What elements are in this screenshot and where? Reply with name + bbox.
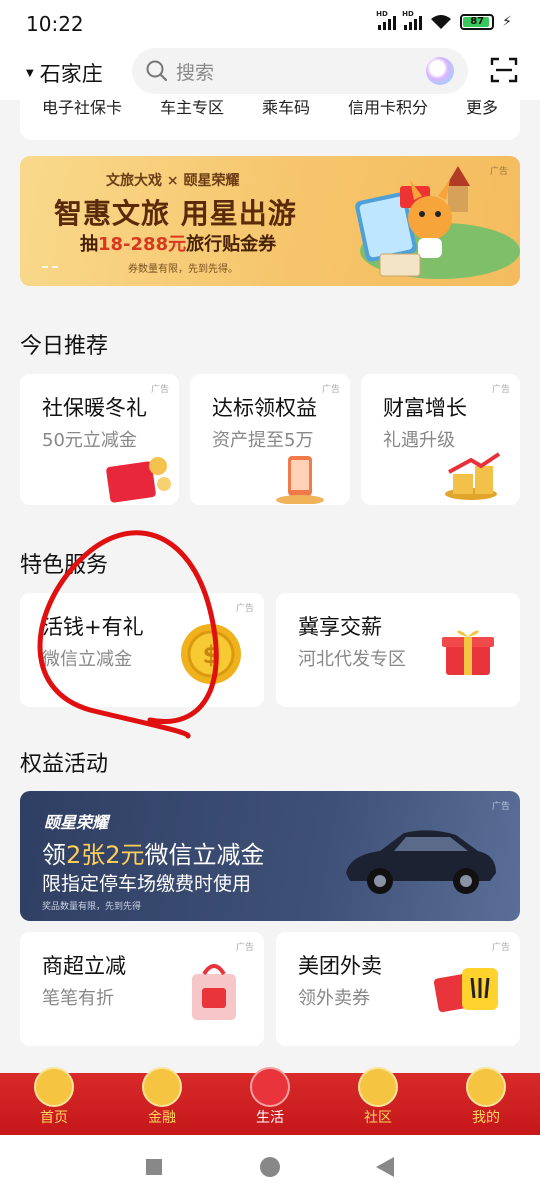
service-card-jixiang[interactable]: 冀享交薪 河北代发专区: [276, 593, 520, 707]
tab-label: 社区: [364, 1110, 392, 1126]
card-subtitle: 微信立减金: [42, 649, 132, 670]
service-card-huoqian[interactable]: 广告 活钱+有礼 微信立减金 $: [20, 593, 264, 707]
card-subtitle: 河北代发专区: [298, 649, 406, 670]
red-envelope-icon: [106, 457, 171, 503]
banner-headline: 智惠文旅 用星出游: [54, 197, 297, 230]
status-time: 10:22: [26, 12, 84, 36]
city-label: 石家庄: [39, 62, 103, 86]
card-title: 社保暖冬礼: [42, 396, 147, 420]
card-subtitle: 50元立减金: [42, 430, 137, 451]
recommend-card-wealth[interactable]: 广告 财富增长 礼遇升级: [361, 374, 520, 505]
card-title: 冀享交薪: [298, 615, 382, 639]
card-title: 商超立减: [42, 954, 126, 978]
card-title: 财富增长: [383, 396, 467, 420]
quick-link[interactable]: 信用卡积分: [348, 100, 428, 118]
ad-tag: 广告: [491, 385, 510, 395]
tab-community[interactable]: 社区: [338, 1067, 418, 1135]
quick-link[interactable]: 乘车码: [262, 100, 310, 118]
tab-home[interactable]: 首页: [14, 1067, 94, 1135]
tab-label: 我的: [472, 1110, 500, 1126]
search-icon: [146, 60, 168, 82]
money-bag-icon: [142, 1067, 182, 1107]
red-lantern-icon: [466, 1067, 506, 1107]
card-title: 美团外卖: [298, 954, 382, 978]
card-title: 活钱+有礼: [42, 615, 144, 639]
drum-icon: [358, 1067, 398, 1107]
benefit-card-meituan[interactable]: 广告 美团外卖 领外卖券: [276, 932, 520, 1046]
bottom-tab-bar: 首页 金融 生活 社区 我的: [0, 1067, 540, 1135]
ad-tag: 广告: [235, 604, 254, 614]
phone-gift-icon: [276, 456, 324, 504]
parking-banner[interactable]: 广告 颐星荣耀 领2张2元微信立减金 限指定停车场缴费时使用 奖品数量有限，先到…: [20, 791, 520, 921]
section-title-services: 特色服务: [20, 553, 109, 578]
status-bar: 10:22 HD HD 87 ⚡: [0, 0, 540, 48]
banner-note: 券数量有限，先到先得。: [128, 264, 238, 275]
parking-note: 奖品数量有限，先到先得: [42, 902, 142, 912]
banner-subline: 抽18-288元旅行贴金券: [80, 234, 277, 255]
section-title-recommend: 今日推荐: [20, 334, 109, 359]
ad-tag: 广告: [235, 943, 254, 953]
back-button[interactable]: [376, 1157, 394, 1177]
tab-label: 金融: [148, 1110, 176, 1126]
shopping-bag-icon: [192, 964, 236, 1020]
system-nav-bar: [0, 1135, 540, 1200]
tab-label: 首页: [40, 1110, 68, 1126]
tab-mine[interactable]: 我的: [446, 1067, 526, 1135]
gift-box-icon: [442, 630, 494, 675]
battery-level: 87: [470, 16, 485, 27]
city-selector[interactable]: ▼ 石家庄: [26, 58, 103, 88]
gold-coin-icon: $: [181, 624, 241, 684]
charging-icon: ⚡: [502, 14, 512, 30]
battery-icon: 87: [460, 14, 495, 30]
car-illustration: [346, 830, 496, 894]
tab-label: 生活: [256, 1110, 284, 1126]
travel-illustration: [355, 166, 520, 279]
quick-link[interactable]: 电子社保卡: [42, 100, 122, 118]
quick-links-card: 电子社保卡 车主专区 乘车码 信用卡积分 更多: [20, 100, 520, 140]
parking-subtitle: 限指定停车场缴费时使用: [42, 873, 252, 895]
ad-tag: 广告: [491, 802, 510, 812]
status-icons: HD HD 87 ⚡: [376, 10, 512, 30]
recommend-card-social[interactable]: 广告 社保暖冬礼 50元立减金: [20, 374, 179, 505]
signal-icon-2: HD: [402, 10, 423, 30]
svg-text:$: $: [203, 641, 220, 669]
quick-links-row: 电子社保卡 车主专区 乘车码 信用卡积分 更多: [20, 100, 520, 118]
ad-tag: 广告: [150, 385, 169, 395]
home-button[interactable]: [260, 1157, 280, 1177]
quick-link[interactable]: 更多: [466, 100, 498, 118]
banner-brand-line: 文旅大戏 × 颐星荣耀: [106, 173, 240, 189]
meituan-coupon-icon: [434, 968, 498, 1013]
benefit-card-supermarket[interactable]: 广告 商超立减 笔笔有折: [20, 932, 264, 1046]
card-subtitle: 礼遇升级: [383, 430, 455, 451]
tab-finance[interactable]: 金融: [122, 1067, 202, 1135]
coins-icon: [445, 452, 501, 500]
recent-apps-button[interactable]: [146, 1159, 162, 1175]
card-subtitle: 笔笔有折: [42, 988, 114, 1009]
section-title-benefits: 权益活动: [20, 752, 109, 777]
assistant-icon[interactable]: [426, 57, 454, 85]
lantern-icon: [250, 1067, 290, 1107]
card-subtitle: 领外卖券: [298, 988, 370, 1009]
search-input[interactable]: 搜索: [132, 48, 468, 94]
quick-link[interactable]: 车主专区: [160, 100, 224, 118]
recommend-card-rights[interactable]: 广告 达标领权益 资产提至5万: [190, 374, 350, 505]
search-placeholder: 搜索: [176, 61, 215, 84]
card-subtitle: 资产提至5万: [212, 430, 314, 451]
promo-banner[interactable]: 广告 文旅大戏 × 颐星荣耀 智惠文旅 用星出游 抽18-288元旅行贴金券 券…: [20, 156, 520, 286]
caret-down-icon: ▼: [26, 67, 34, 79]
signal-icon: HD: [376, 10, 397, 30]
tab-life[interactable]: 生活: [230, 1067, 310, 1135]
carousel-dots: [42, 266, 58, 268]
parking-headline: 领2张2元微信立减金: [42, 841, 265, 869]
header: ▼ 石家庄 搜索: [0, 48, 540, 100]
card-title: 达标领权益: [212, 396, 317, 420]
ad-tag: 广告: [321, 385, 340, 395]
wifi-icon: [431, 15, 452, 29]
parking-brand: 颐星荣耀: [44, 813, 109, 832]
ad-tag: 广告: [491, 943, 510, 953]
scan-icon[interactable]: [490, 56, 518, 84]
lion-icon: [34, 1067, 74, 1107]
